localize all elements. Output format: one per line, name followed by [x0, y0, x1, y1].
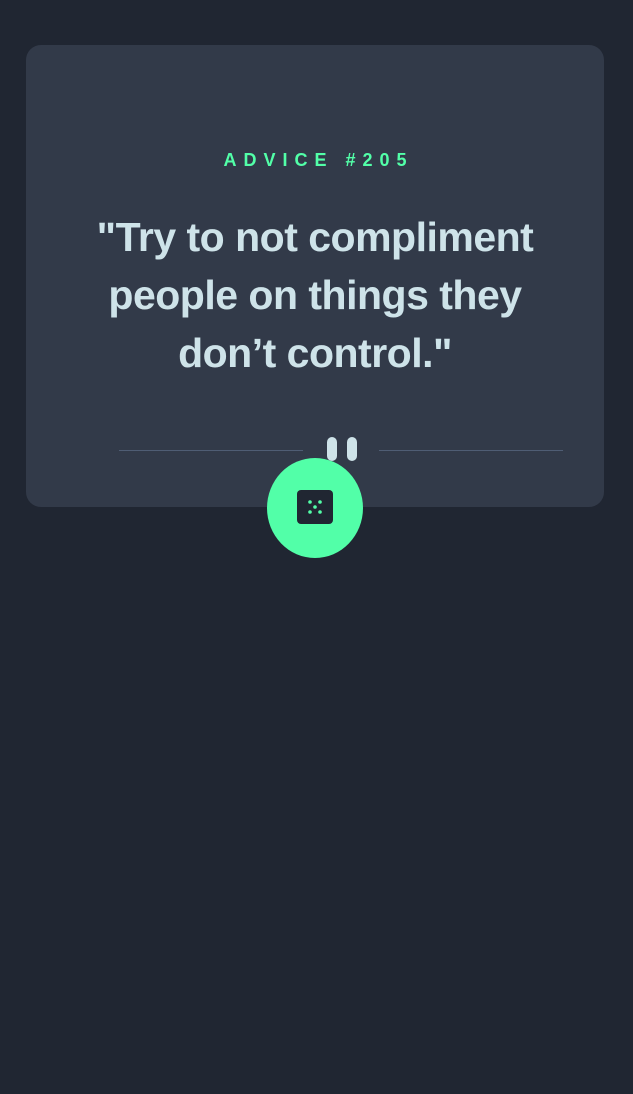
divider-line-right [379, 450, 563, 451]
pause-bar-left [327, 437, 337, 461]
pattern-divider [119, 437, 563, 463]
pause-bar-right [347, 437, 357, 461]
divider-line-left [119, 450, 303, 451]
advice-id: ADVICE #205 [223, 150, 414, 170]
dice-icon [297, 490, 333, 524]
new-advice-button[interactable] [267, 458, 363, 558]
advice-card: ADVICE #205 "Try to not compliment peopl… [26, 45, 604, 507]
advice-quote: "Try to not compliment people on things … [96, 214, 534, 376]
pause-icon [326, 437, 358, 463]
